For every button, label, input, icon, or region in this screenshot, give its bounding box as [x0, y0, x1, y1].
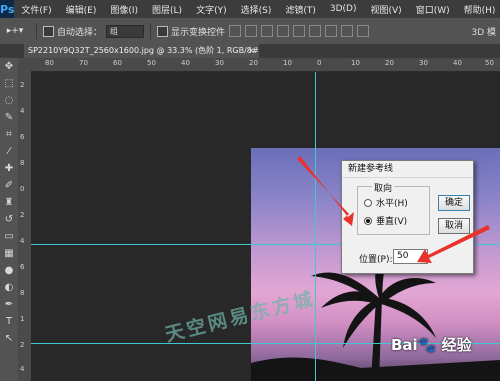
eraser-tool-icon[interactable]: ▭: [0, 228, 18, 245]
menu-type[interactable]: 文字(Y): [189, 3, 234, 16]
menu-layer[interactable]: 图层(L): [145, 3, 189, 16]
move-tool-icon[interactable]: ✥: [0, 58, 18, 75]
vertical-label: 垂直(V): [376, 217, 408, 227]
vertical-radio[interactable]: [364, 216, 372, 225]
ruler-tick-label: 6: [20, 263, 25, 271]
lasso-tool-icon[interactable]: ◌: [0, 92, 18, 109]
position-input[interactable]: 50: [393, 249, 428, 264]
clone-stamp-icon[interactable]: ♜: [0, 194, 18, 211]
menu-window[interactable]: 窗口(W): [409, 3, 457, 16]
tools-panel: ✥ ⬚ ◌ ✎ ⌗ ⁄ ✚ ✐ ♜ ↺ ▭ ▦ ● ◐ ✒ T ↖: [0, 58, 19, 381]
document-tab[interactable]: SP2210Y9Q32T_2560x1600.jpg @ 33.3% (色阶 1…: [24, 44, 259, 58]
eyedropper-tool-icon[interactable]: ⁄: [0, 143, 18, 160]
ruler-tick-label: 8: [20, 289, 25, 297]
distribute-vcenter-icon[interactable]: [341, 25, 354, 37]
ruler-tick-label: 60: [113, 59, 122, 67]
menu-3d[interactable]: 3D(D): [323, 4, 364, 14]
ruler-tick-label: 2: [20, 81, 25, 89]
ruler-tick-label: 1: [20, 315, 25, 323]
vertical-ruler[interactable]: 2 4 6 8 0 2 4 6 8 1 2 4: [18, 71, 32, 381]
ruler-tick-label: 0: [20, 185, 25, 193]
ruler-tick-label: 2: [20, 341, 25, 349]
dialog-title: 新建参考线: [342, 161, 473, 178]
transform-controls-checkbox[interactable]: [157, 25, 169, 37]
position-label: 位置(P):: [359, 255, 393, 265]
ruler-tick-label: 6: [20, 133, 25, 141]
orientation-legend: 取向: [372, 181, 395, 194]
path-select-tool-icon[interactable]: ↖: [0, 330, 18, 347]
align-left-icon[interactable]: [277, 25, 290, 37]
ruler-tick-label: 8: [20, 159, 25, 167]
ruler-tick-label: 50: [485, 59, 494, 67]
marquee-tool-icon[interactable]: ⬚: [0, 75, 18, 92]
horizontal-radio[interactable]: [364, 198, 372, 207]
ruler-tick-label: 0: [317, 59, 322, 67]
ruler-tick-label: 80: [45, 59, 54, 67]
3d-mode-label[interactable]: 3D 模: [471, 25, 496, 38]
ruler-origin[interactable]: [18, 58, 31, 71]
ruler-tick-label: 30: [419, 59, 428, 67]
align-top-icon[interactable]: [229, 25, 242, 37]
menu-view[interactable]: 视图(V): [364, 3, 409, 16]
align-bottom-icon[interactable]: [261, 25, 274, 37]
ruler-tick-label: 50: [147, 59, 156, 67]
ruler-tick-label: 70: [79, 59, 88, 67]
ruler-tick-label: 10: [351, 59, 360, 67]
menu-image[interactable]: 图像(I): [103, 3, 145, 16]
ruler-tick-label: 4: [20, 365, 25, 373]
ruler-tick-label: 10: [283, 59, 292, 67]
crop-tool-icon[interactable]: ⌗: [0, 126, 18, 143]
move-tool-preset-icon[interactable]: ▸+▾: [0, 26, 30, 36]
quick-select-tool-icon[interactable]: ✎: [0, 109, 18, 126]
align-buttons: [229, 25, 370, 37]
align-right-icon[interactable]: [309, 25, 322, 37]
menu-file[interactable]: 文件(F): [14, 3, 58, 16]
ruler-tick-label: 2: [20, 211, 25, 219]
separator: [150, 23, 152, 39]
ruler-tick-label: 30: [215, 59, 224, 67]
close-tab-icon[interactable]: ×: [248, 44, 255, 58]
history-brush-icon[interactable]: ↺: [0, 211, 18, 228]
align-hcenter-icon[interactable]: [293, 25, 306, 37]
menu-edit[interactable]: 编辑(E): [59, 3, 104, 16]
align-vcenter-icon[interactable]: [245, 25, 258, 37]
brush-tool-icon[interactable]: ✐: [0, 177, 18, 194]
ruler-tick-label: 40: [181, 59, 190, 67]
horizontal-label: 水平(H): [376, 199, 408, 209]
ruler-tick-label: 20: [249, 59, 258, 67]
ruler-tick-label: 20: [385, 59, 394, 67]
photoshop-logo: Ps: [0, 0, 15, 18]
ruler-tick-label: 4: [20, 237, 25, 245]
orientation-group: 取向 水平(H) 垂直(V): [357, 181, 430, 235]
auto-select-checkbox[interactable]: [43, 25, 54, 37]
ruler-tick-label: 4: [20, 107, 25, 115]
ok-button[interactable]: 确定: [438, 195, 470, 211]
separator: [36, 23, 37, 39]
auto-select-label: 自动选择：: [57, 27, 103, 38]
healing-brush-icon[interactable]: ✚: [0, 160, 18, 177]
document-tab-bar: SP2210Y9Q32T_2560x1600.jpg @ 33.3% (色阶 1…: [0, 44, 500, 58]
cancel-button[interactable]: 取消: [438, 218, 470, 234]
new-guide-dialog: 新建参考线 取向 水平(H) 垂直(V) 确定 取消 位置(P): 50: [341, 160, 474, 274]
menu-bar: Ps 文件(F) 编辑(E) 图像(I) 图层(L) 文字(Y) 选择(S) 滤…: [0, 0, 500, 18]
horizontal-ruler[interactable]: 80 70 60 50 40 30 20 10 0 10 20 30 40 50: [31, 58, 500, 72]
vertical-option[interactable]: 垂直(V): [364, 214, 407, 227]
vertical-guide[interactable]: [315, 72, 316, 381]
auto-select-dropdown[interactable]: 组: [106, 24, 145, 38]
ruler-tick-label: 40: [453, 59, 462, 67]
options-bar: ▸+▾ 自动选择： 组 显示变换控件 3D 模: [0, 18, 500, 45]
dodge-tool-icon[interactable]: ◐: [0, 279, 18, 296]
transform-controls-label: 显示变换控件: [171, 27, 226, 38]
menu-help[interactable]: 帮助(H): [457, 3, 500, 16]
baidu-jingyan-logo: Bai🐾 经验: [391, 336, 472, 354]
pen-tool-icon[interactable]: ✒: [0, 296, 18, 313]
distribute-bottom-icon[interactable]: [357, 25, 370, 37]
horizontal-option[interactable]: 水平(H): [364, 196, 408, 209]
type-tool-icon[interactable]: T: [0, 313, 18, 330]
menu-select[interactable]: 选择(S): [234, 3, 279, 16]
blur-tool-icon[interactable]: ●: [0, 262, 18, 279]
menu-filter[interactable]: 滤镜(T): [278, 3, 323, 16]
distribute-top-icon[interactable]: [325, 25, 338, 37]
gradient-tool-icon[interactable]: ▦: [0, 245, 18, 262]
